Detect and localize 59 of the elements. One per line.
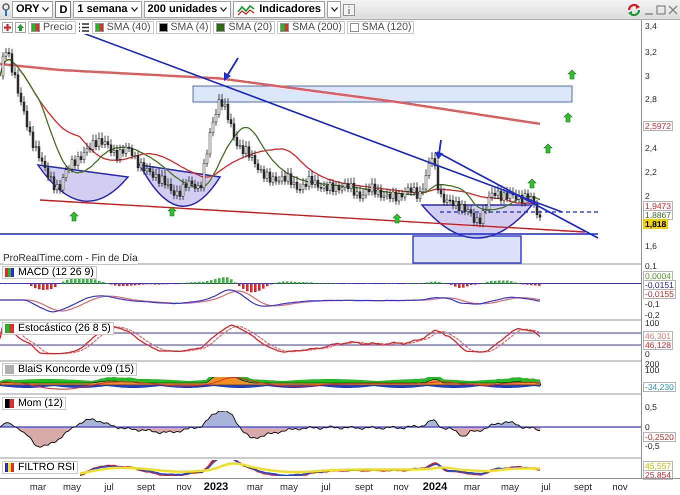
axis-label: 3 — [645, 72, 650, 80]
axis-label: jul — [321, 482, 331, 493]
axis-label: 2 — [645, 192, 650, 200]
axis-label: 2023 — [204, 482, 228, 493]
value-label: 1,818 — [643, 218, 668, 228]
axis-label: 2024 — [422, 482, 448, 493]
value-label: 1,8867 — [643, 210, 673, 220]
legend-item[interactable]: Precio — [28, 21, 76, 34]
axis-label: 0,5 — [645, 404, 657, 410]
legend-item[interactable]: SMA (4) — [156, 21, 212, 34]
data-source-note: ProRealTime.com - Fin de Día — [3, 253, 138, 264]
axis-label: nov — [612, 482, 628, 493]
axis-label: nov — [393, 482, 409, 493]
value-label: 2,5972 — [643, 120, 673, 130]
value-label: -0,0151 — [643, 280, 676, 290]
axis-label: 2,8 — [645, 96, 657, 102]
axis-label: sept — [574, 482, 592, 493]
value-label: 0,0004 — [643, 270, 673, 280]
axis-label: jul — [104, 482, 114, 493]
axis-label: -0,1 — [645, 300, 660, 308]
period-button[interactable]: D — [55, 1, 72, 18]
axis-label: may — [280, 482, 298, 493]
axis-label: 2,2 — [645, 168, 657, 176]
value-label: 46,128 — [643, 340, 673, 350]
axis-label: 2,4 — [645, 144, 657, 152]
axis-label: sept — [355, 482, 373, 493]
legend-item[interactable]: SMA (200) — [277, 21, 345, 34]
axis-label: 3,2 — [645, 48, 657, 56]
axis-label: mar — [30, 482, 46, 493]
axis-label: mar — [464, 482, 480, 493]
legend-item[interactable]: SMA (20) — [213, 21, 276, 34]
axis-label: may — [501, 482, 519, 493]
legend-item[interactable]: SMA (120) — [346, 21, 414, 34]
symbol-dropdown[interactable]: ORY — [12, 1, 54, 18]
axis-label: may — [63, 482, 81, 493]
axis-label: 0 — [645, 350, 650, 358]
axis-label: nov — [176, 482, 192, 493]
axis-label: 3,4 — [645, 22, 657, 30]
indicators-button[interactable]: Indicadores — [233, 1, 325, 18]
axis-label: 200 — [645, 360, 660, 368]
value-label: 46,301 — [643, 330, 673, 340]
value-label: 45,557 — [643, 460, 673, 470]
axis-label: sept — [137, 482, 155, 493]
axis-label: 100 — [645, 320, 660, 326]
value-label: 1,9473 — [643, 200, 673, 210]
timeframe-dropdown[interactable]: 1 semana — [73, 1, 142, 18]
axis-label: -0,5 — [645, 442, 660, 450]
value-label: -0,0155 — [643, 288, 676, 298]
axis-label: -0,2 — [645, 312, 660, 318]
axis-label: 100 — [645, 366, 660, 374]
axis-label: 1,6 — [645, 242, 657, 250]
axis-label: jul — [541, 482, 551, 493]
units-dropdown[interactable]: 200 unidades — [144, 1, 232, 18]
value-label: -34,230 — [643, 382, 676, 392]
axis-label: 0 — [645, 424, 650, 430]
value-label: -0,2520 — [643, 432, 676, 442]
axis-label: mar — [246, 482, 264, 493]
axis-label: 0,1 — [645, 262, 657, 270]
legend-item[interactable]: SMA (40) — [92, 21, 154, 34]
